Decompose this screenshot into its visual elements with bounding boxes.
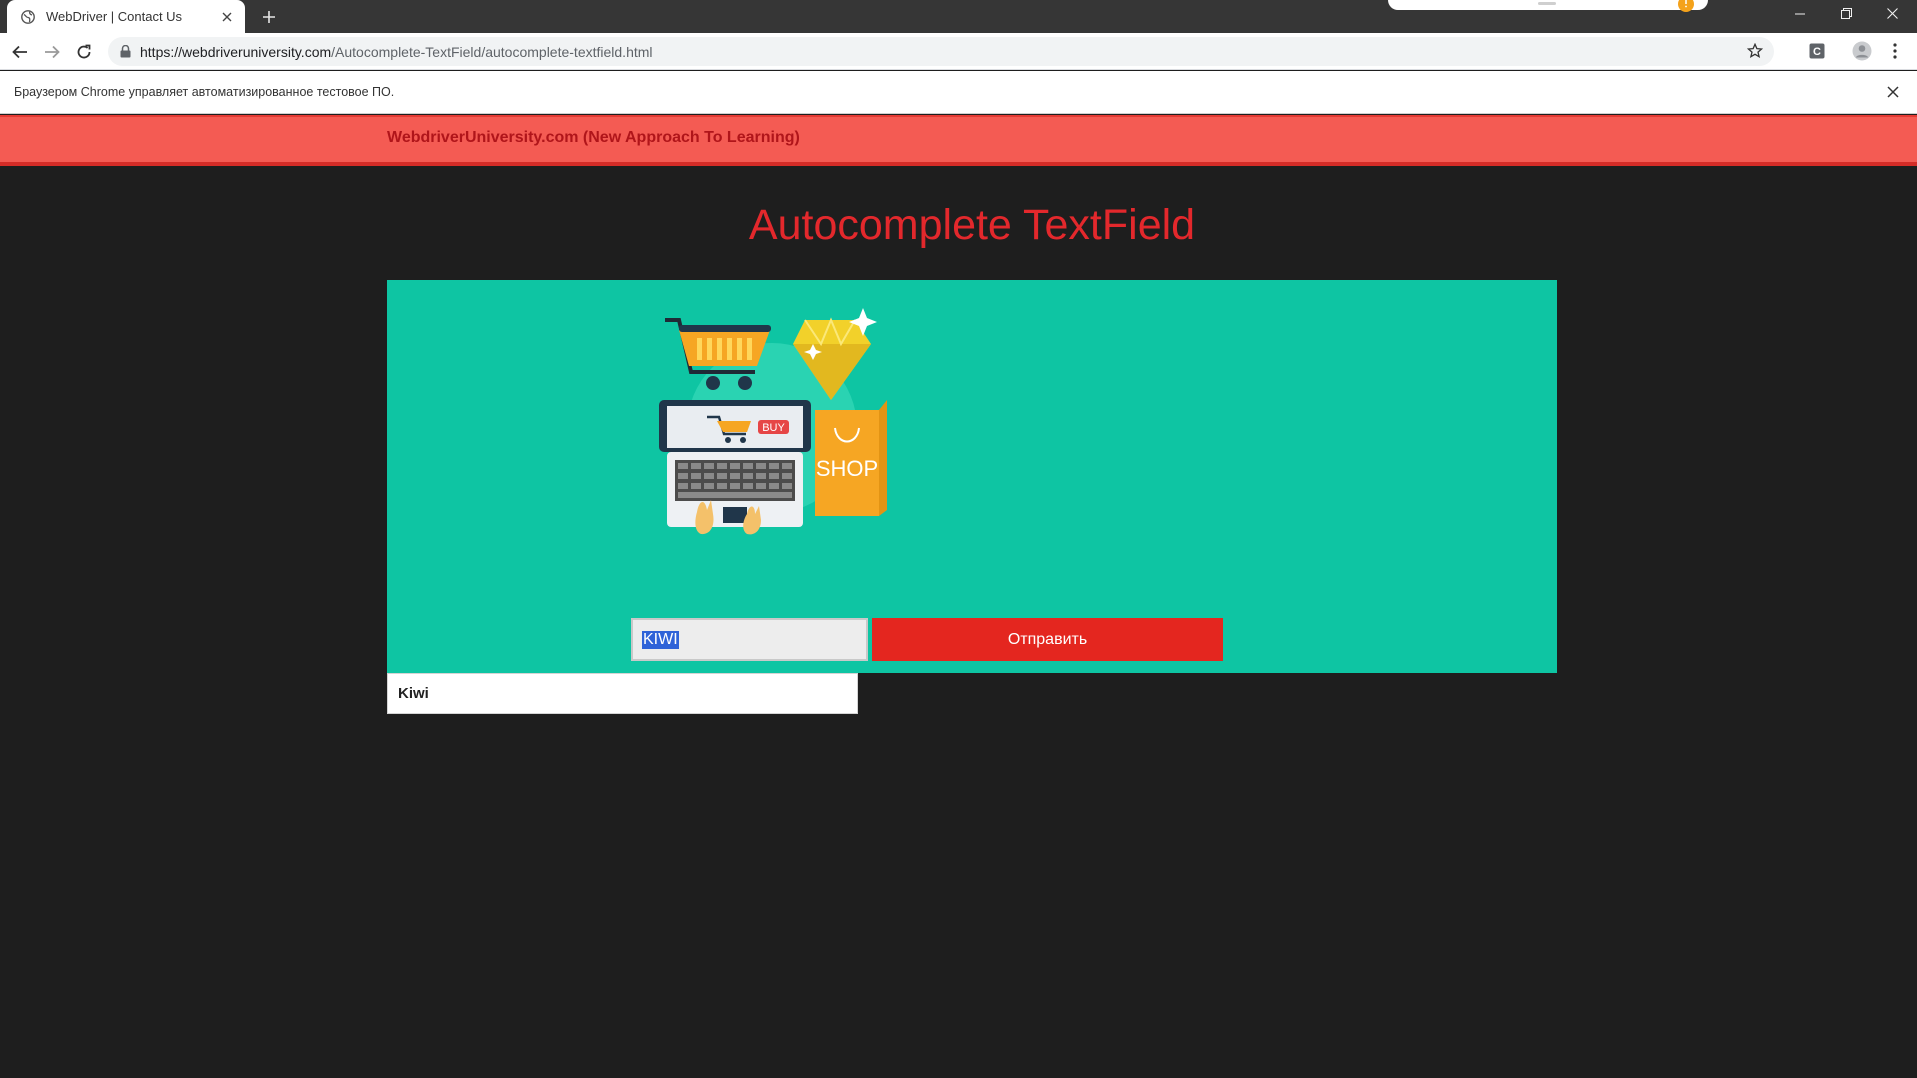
- navbar: WebdriverUniversity.com (New Approach To…: [0, 115, 1917, 166]
- new-tab-button[interactable]: [258, 6, 280, 28]
- url-host: https://webdriveruniversity.com: [140, 43, 332, 60]
- brand-link[interactable]: WebdriverUniversity.com (New Approach To…: [387, 129, 800, 147]
- buy-label: BUY: [762, 422, 785, 434]
- infobar-close-icon[interactable]: [1885, 84, 1901, 100]
- menu-kebab-icon[interactable]: [1885, 41, 1905, 61]
- back-button[interactable]: [7, 39, 33, 65]
- reload-button[interactable]: [71, 39, 97, 65]
- submit-button[interactable]: Отправить: [872, 618, 1223, 661]
- forward-button[interactable]: [39, 39, 65, 65]
- lock-icon[interactable]: [118, 45, 132, 59]
- extension-icon[interactable]: C: [1807, 41, 1827, 61]
- globe-icon: [20, 9, 36, 25]
- shopping-illustration: BUY SHOP: [659, 308, 887, 535]
- input-selected-text: KIWI: [642, 630, 679, 649]
- url-path: /Autocomplete-TextField/autocomplete-tex…: [331, 43, 653, 60]
- extension-badge: C: [1813, 46, 1821, 58]
- suggestion-item[interactable]: Kiwi: [388, 674, 857, 713]
- close-window-button[interactable]: [1869, 0, 1915, 27]
- tab-strip: WebDriver | Contact Us: [0, 0, 1917, 33]
- autocomplete-panel: BUY SHOP KIWI Отправить: [387, 280, 1557, 673]
- page-title: Autocomplete TextField: [748, 201, 1196, 249]
- bookmark-star-icon[interactable]: [1746, 42, 1764, 60]
- page-content: WebdriverUniversity.com (New Approach To…: [0, 115, 1917, 1078]
- browser-tab[interactable]: WebDriver | Contact Us: [7, 0, 245, 33]
- tab-title: WebDriver | Contact Us: [46, 9, 183, 24]
- browser-toolbar: https://webdriveruniversity.com/Autocomp…: [0, 33, 1917, 70]
- address-bar[interactable]: https://webdriveruniversity.com/Autocomp…: [108, 37, 1774, 66]
- tab-close-icon[interactable]: [219, 9, 235, 25]
- extension-popup-handle[interactable]: [1388, 0, 1708, 10]
- automation-infobar: Браузером Chrome управляет автоматизиров…: [0, 71, 1917, 114]
- laptop-icon: BUY: [659, 400, 811, 535]
- minimize-button[interactable]: [1777, 0, 1823, 27]
- shopping-bag-icon: SHOP: [815, 400, 887, 516]
- warning-icon[interactable]: [1677, 0, 1695, 14]
- restore-button[interactable]: [1823, 0, 1869, 27]
- profile-avatar-icon[interactable]: [1852, 41, 1872, 61]
- url-text: https://webdriveruniversity.com/Autocomp…: [140, 44, 653, 60]
- autocomplete-suggestions: Kiwi: [387, 673, 858, 714]
- infobar-message: Браузером Chrome управляет автоматизиров…: [14, 85, 395, 99]
- shop-label: SHOP: [816, 456, 878, 481]
- drag-grip-icon: [1538, 2, 1556, 5]
- autocomplete-input[interactable]: KIWI: [631, 618, 868, 661]
